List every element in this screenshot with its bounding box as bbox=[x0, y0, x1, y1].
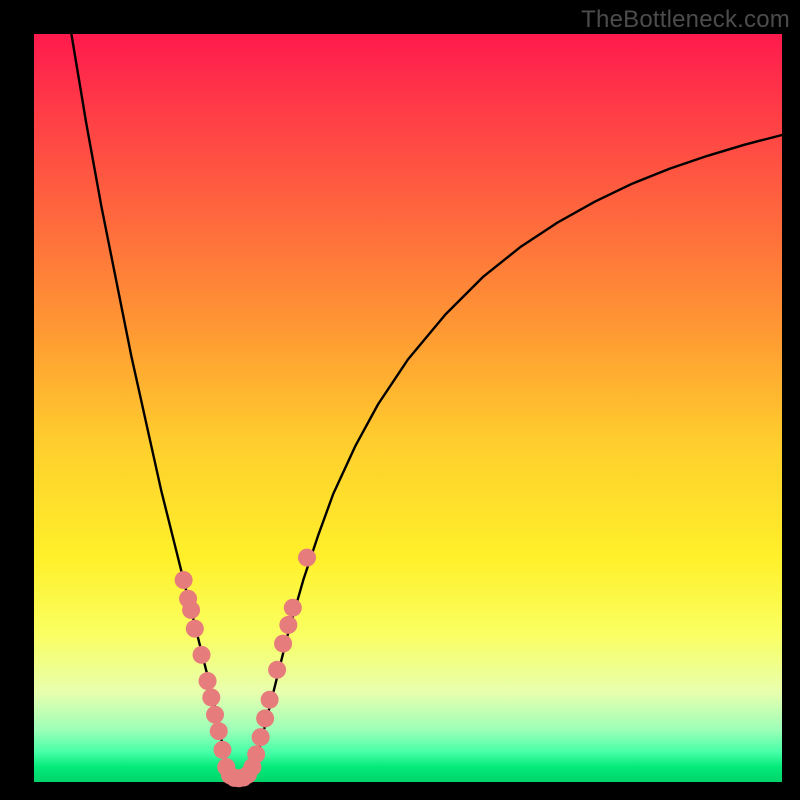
marker-point bbox=[279, 616, 297, 634]
highlight-markers bbox=[175, 549, 316, 788]
marker-point bbox=[284, 599, 302, 617]
marker-point bbox=[193, 646, 211, 664]
marker-point bbox=[214, 741, 232, 759]
marker-point bbox=[252, 728, 270, 746]
marker-point bbox=[210, 722, 228, 740]
chart-frame: TheBottleneck.com bbox=[0, 0, 800, 800]
marker-point bbox=[199, 672, 217, 690]
marker-point bbox=[202, 688, 220, 706]
bottleneck-curve bbox=[71, 34, 782, 779]
chart-svg bbox=[34, 34, 782, 782]
marker-point bbox=[274, 635, 292, 653]
marker-point bbox=[261, 691, 279, 709]
marker-point bbox=[268, 661, 286, 679]
marker-point bbox=[256, 709, 274, 727]
marker-point bbox=[298, 549, 316, 567]
marker-point bbox=[247, 745, 265, 763]
marker-point bbox=[182, 601, 200, 619]
marker-point bbox=[186, 620, 204, 638]
marker-point bbox=[206, 706, 224, 724]
marker-point bbox=[175, 571, 193, 589]
plot-area bbox=[34, 34, 782, 782]
watermark-text: TheBottleneck.com bbox=[581, 6, 790, 34]
